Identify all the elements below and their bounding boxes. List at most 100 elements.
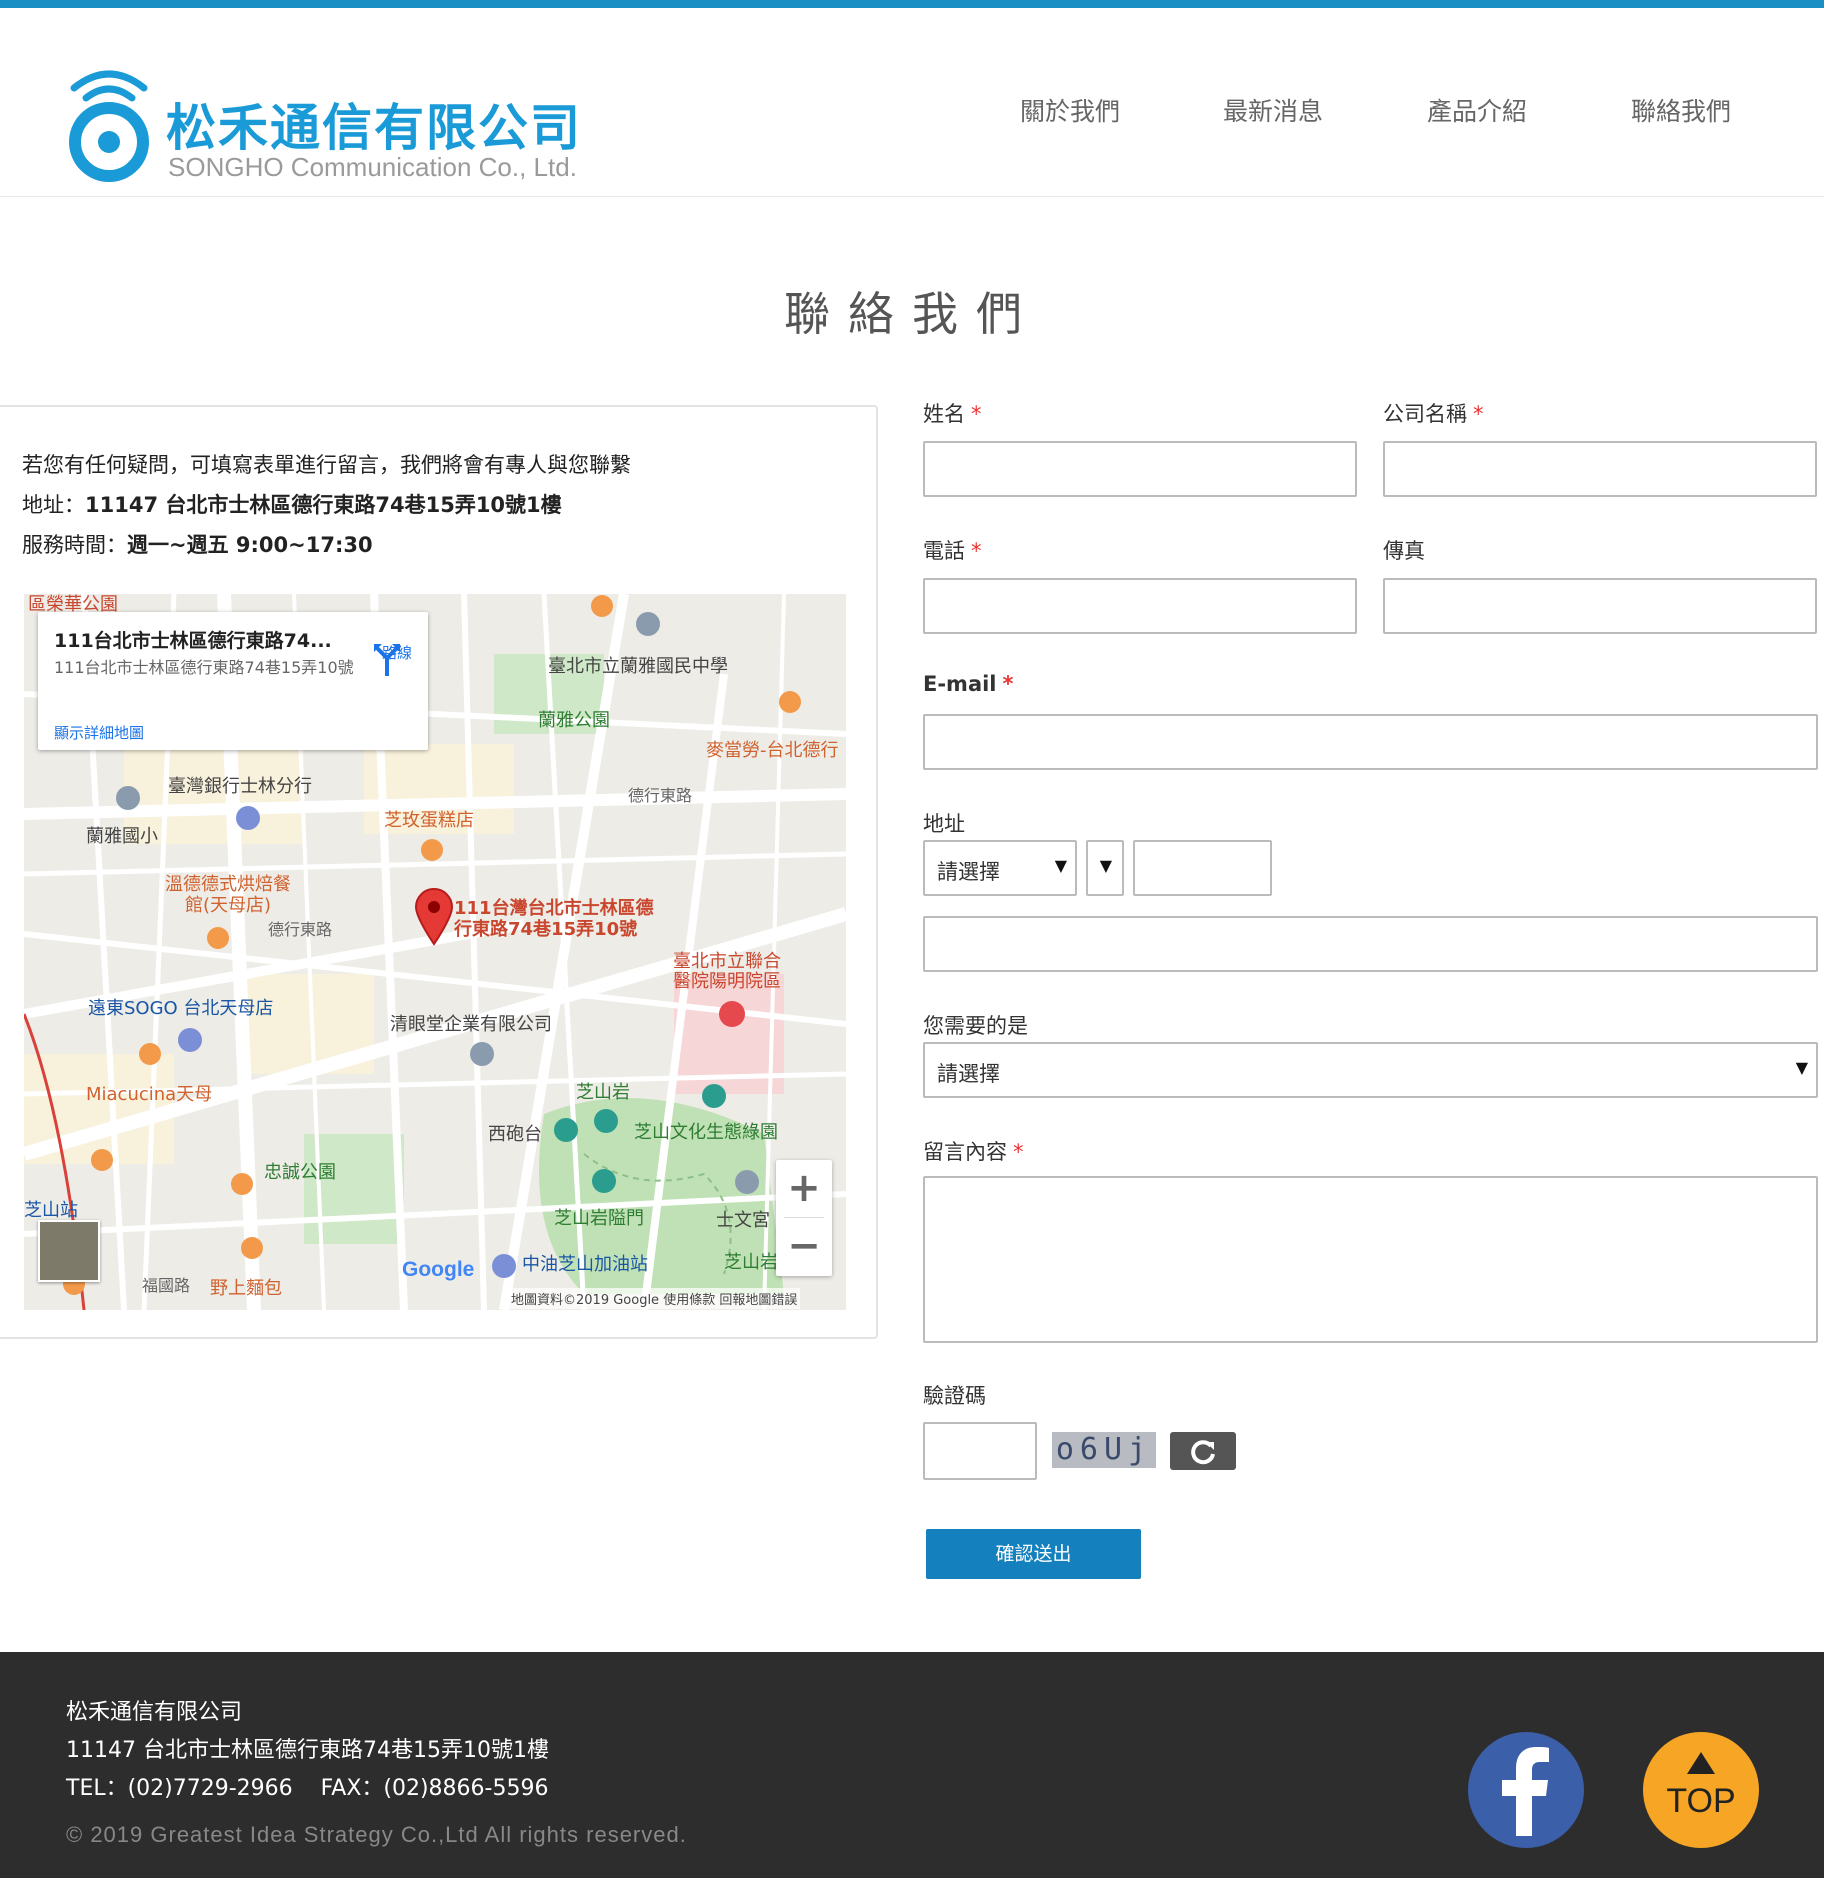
message-label-text: 留言內容 <box>923 1140 1007 1164</box>
footer-address: 11147 台北市士林區德行東路74巷15弄10號1樓 <box>66 1738 549 1763</box>
map-label-mcdonalds: 麥當勞-台北德行 <box>706 740 839 761</box>
map-label-west-fort: 西砲台 <box>488 1124 542 1145</box>
google-logo: Google <box>402 1258 474 1282</box>
need-label: 您需要的是 <box>923 1014 1028 1038</box>
map-label-zhishanyan-2: 芝山岩 <box>724 1252 778 1273</box>
refresh-icon <box>1191 1440 1215 1465</box>
city-select-value: 請選擇 <box>937 860 1000 884</box>
chevron-down-icon: ▼ <box>1054 856 1067 875</box>
map-infobox: 111台北市士林區德行東路74... 111台北市士林區德行東路74巷15弄10… <box>38 612 428 750</box>
facebook-button[interactable] <box>1468 1732 1584 1848</box>
zipcode-field[interactable] <box>1133 840 1272 896</box>
map-label-road-1: 德行東路 <box>628 786 693 805</box>
map-label-school: 臺北市立蘭雅國民中學 <box>548 656 728 677</box>
facebook-icon <box>1502 1747 1549 1836</box>
chevron-down-icon: ▼ <box>1795 1058 1808 1077</box>
address-field-label: 地址 <box>923 812 965 836</box>
zoom-out-button[interactable]: − <box>776 1218 832 1274</box>
district-select[interactable]: ▼ <box>1086 840 1124 896</box>
map-label-eco-park: 芝山文化生態綠園 <box>634 1122 778 1143</box>
phone-label: 電話 * <box>923 535 982 565</box>
map-label-road-2: 德行東路 <box>268 920 333 939</box>
map-label-sogo: 遠東SOGO 台北天母店 <box>88 998 274 1019</box>
fax-field[interactable] <box>1383 578 1817 634</box>
email-label-text: E-mail <box>923 672 997 696</box>
required-mark: * <box>1013 1140 1024 1164</box>
required-mark: * <box>971 402 982 426</box>
top-accent-bar <box>0 0 1824 8</box>
company-field[interactable] <box>1383 441 1817 497</box>
infobox-title: 111台北市士林區德行東路74... <box>54 630 332 652</box>
captcha-image: o6Uj <box>1052 1432 1156 1468</box>
street-address-field[interactable] <box>923 916 1818 972</box>
map-label-station: 芝山站 <box>24 1200 78 1221</box>
map-label-temple: 士文宮 <box>716 1210 770 1231</box>
map-label-lanya-elementary: 蘭雅國小 <box>86 826 158 847</box>
google-map[interactable]: 區榮華公園 臺北市立蘭雅國民中學 蘭雅公園 麥當勞-台北德行 臺灣銀行士林分行 … <box>24 594 846 1310</box>
footer-copyright: © 2019 Greatest Idea Strategy Co.,Ltd Al… <box>66 1822 687 1847</box>
google-logo-text: Google <box>402 1258 475 1281</box>
map-label-bread: 野上麵包 <box>210 1278 282 1299</box>
map-label-gate: 芝山岩隘門 <box>554 1208 644 1229</box>
company-label: 公司名稱 * <box>1383 398 1484 428</box>
name-label: 姓名 * <box>923 398 982 428</box>
view-larger-map-link[interactable]: 顯示詳細地圖 <box>54 722 144 743</box>
required-mark: * <box>971 539 982 563</box>
need-select-value: 請選擇 <box>937 1062 1000 1086</box>
address-line: 地址：11147 台北市士林區德行東路74巷15弄10號1樓 <box>22 489 562 519</box>
map-label-bakery: 溫德德式烘焙餐館(天母店) <box>165 874 291 916</box>
nav-contact[interactable]: 聯絡我們 <box>1631 92 1731 128</box>
nav-about[interactable]: 關於我們 <box>1020 92 1120 128</box>
directions-icon <box>374 644 400 676</box>
back-to-top-button[interactable]: TOP <box>1643 1732 1759 1848</box>
map-label-zhishanyan: 芝山岩 <box>576 1082 630 1103</box>
need-select[interactable]: 請選擇 ▼ <box>923 1042 1818 1098</box>
nav-products[interactable]: 產品介紹 <box>1427 92 1527 128</box>
message-label: 留言內容 * <box>923 1136 1024 1166</box>
map-label-restaurant: Miacucina天母 <box>86 1084 213 1105</box>
address-value: 11147 台北市士林區德行東路74巷15弄10號1樓 <box>85 493 562 517</box>
top-label: TOP <box>1666 1782 1736 1820</box>
captcha-field[interactable] <box>923 1422 1037 1480</box>
message-textarea[interactable] <box>923 1176 1818 1343</box>
intro-text: 若您有任何疑問，可填寫表單進行留言，我們將會有專人與您聯繫 <box>22 453 631 477</box>
zoom-controls: + − <box>776 1160 832 1276</box>
marker-label: 111台灣台北市士林區德行東路74巷15弄10號 <box>454 898 654 940</box>
nav-news[interactable]: 最新消息 <box>1223 92 1323 128</box>
name-field[interactable] <box>923 441 1357 497</box>
captcha-label: 驗證碼 <box>923 1384 986 1408</box>
logo-chinese-name: 松禾通信有限公司 <box>166 99 582 157</box>
map-attribution[interactable]: 地圖資料©2019 Google 使用條款 回報地圖錯誤 <box>508 1288 801 1309</box>
phone-field[interactable] <box>923 578 1357 634</box>
required-mark: * <box>1473 402 1484 426</box>
hours-value: 週一~週五 9:00~17:30 <box>127 533 373 557</box>
fax-label: 傳真 <box>1383 539 1425 563</box>
name-label-text: 姓名 <box>923 402 965 426</box>
required-mark: * <box>1002 672 1014 696</box>
directions-button[interactable]: 路線 <box>372 642 422 676</box>
address-label: 地址： <box>22 493 85 517</box>
map-label-hospital: 臺北市立聯合醫院陽明院區 <box>673 951 781 992</box>
email-field[interactable] <box>923 714 1818 770</box>
city-select[interactable]: 請選擇 ▼ <box>923 840 1077 896</box>
map-label-bank: 臺灣銀行士林分行 <box>168 776 312 797</box>
map-label-company: 清眼堂企業有限公司 <box>390 1014 552 1035</box>
company-label-text: 公司名稱 <box>1383 402 1467 426</box>
map-label-fuguo-road: 福國路 <box>142 1276 191 1295</box>
infobox-address: 111台北市士林區德行東路74巷15弄10號 <box>54 658 354 677</box>
map-label-cake-shop: 芝玫蛋糕店 <box>384 810 474 831</box>
satellite-toggle[interactable] <box>38 1220 100 1282</box>
company-logo[interactable]: 松禾通信有限公司 SONGHO Communication Co., Ltd. <box>66 66 626 186</box>
hours-line: 服務時間：週一~週五 9:00~17:30 <box>22 529 373 559</box>
refresh-captcha-button[interactable] <box>1170 1432 1236 1470</box>
zoom-in-button[interactable]: + <box>776 1160 832 1216</box>
chevron-down-icon: ▼ <box>1099 856 1112 875</box>
logo-signal-icon <box>69 70 149 182</box>
submit-button[interactable]: 確認送出 <box>926 1529 1141 1579</box>
location-marker-icon[interactable] <box>414 888 454 946</box>
map-label-lanya-park: 蘭雅公園 <box>538 710 610 731</box>
site-header: 松禾通信有限公司 SONGHO Communication Co., Ltd. … <box>0 8 1824 197</box>
hours-label: 服務時間： <box>22 533 127 557</box>
map-label-zhongcheng-park: 忠誠公園 <box>264 1162 336 1183</box>
map-label-gas-station: 中油芝山加油站 <box>522 1254 648 1275</box>
